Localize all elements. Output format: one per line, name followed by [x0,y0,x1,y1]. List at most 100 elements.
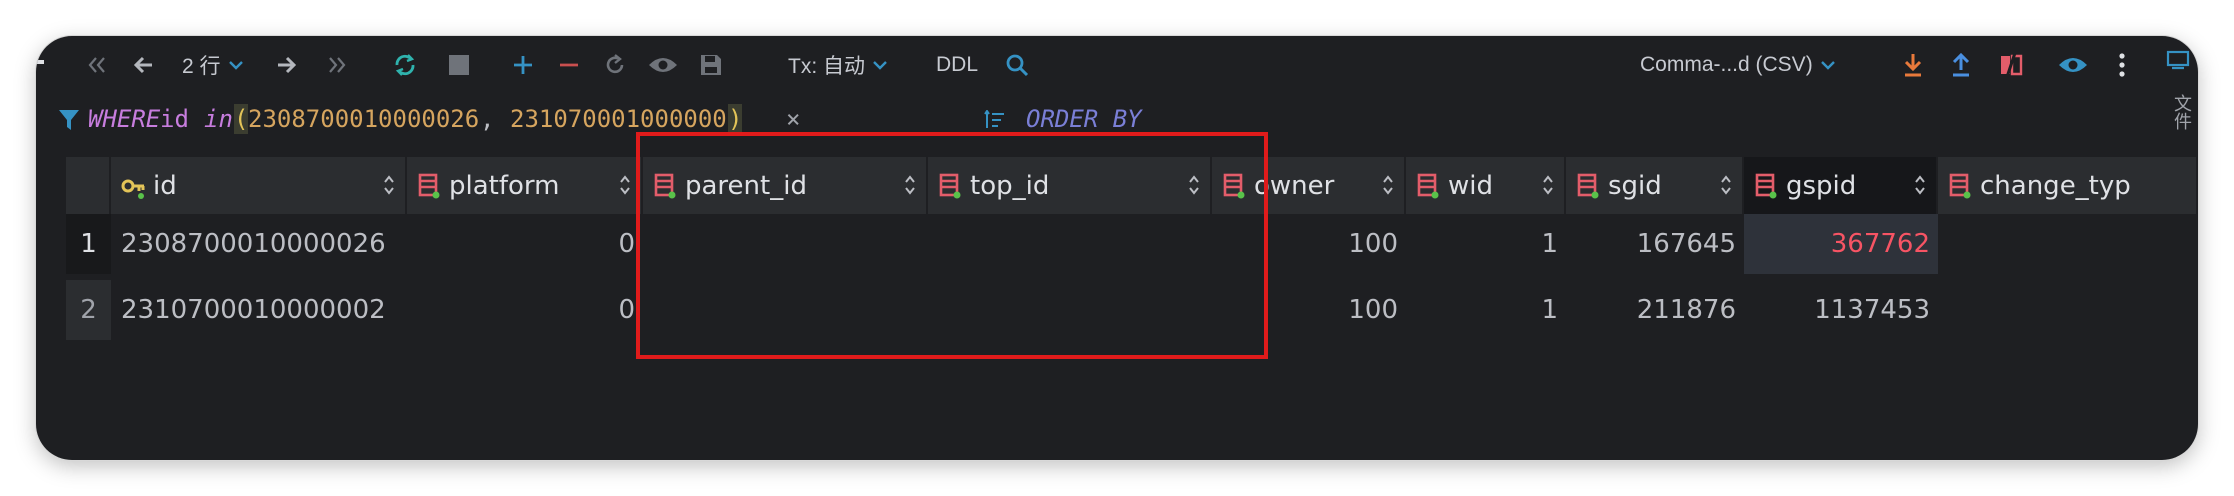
filter-comma: , [480,105,495,133]
column-name: owner [1254,170,1335,201]
last-page-icon[interactable] [322,48,352,82]
view-icon[interactable] [2056,48,2090,82]
cell-id[interactable]: 2310700010000002 [113,280,407,340]
chevron-down-icon [1820,61,1835,70]
ddl-button[interactable]: DDL [936,48,986,82]
first-page-icon[interactable] [82,48,112,82]
delete-row-icon[interactable] [554,48,584,82]
column-icon [1223,173,1245,198]
column-name: change_typ [1980,170,2131,201]
row-number[interactable]: 2 [66,280,111,340]
filter-column: id [160,105,189,133]
toolbar: 2 行 Tx: 自动 DDL Comma-...d (CSV) [36,36,2198,94]
cell-parent-id[interactable] [643,280,928,340]
cell-wid[interactable]: 1 [1406,280,1566,340]
where-keyword: WHERE [88,105,161,133]
cell-id[interactable]: 2308700010000026 [113,214,407,274]
column-icon [939,173,961,198]
filter-value-1: 2308700010000026 [248,105,480,133]
sort-toggle-icon[interactable] [1188,174,1200,196]
cell-platform[interactable]: 0 [407,214,643,274]
search-icon[interactable] [1002,48,1032,82]
column-name: top_id [970,170,1050,201]
column-name: parent_id [685,170,807,201]
result-grid: id platform parent_id top_id owner wid s… [66,157,2196,460]
sort-toggle-icon[interactable] [1720,174,1732,196]
row-number[interactable]: 1 [66,214,111,274]
sort-toggle-icon[interactable] [1914,174,1926,196]
sort-toggle-icon[interactable] [904,174,916,196]
tx-mode-dropdown[interactable]: Tx: 自动 [788,48,898,82]
clear-filter-button[interactable]: × [786,104,800,134]
cell-gspid-selected[interactable]: 367762 [1744,214,1938,274]
compare-icon[interactable] [1996,48,2026,82]
column-header-sgid[interactable]: sgid [1566,157,1744,214]
column-icon [418,173,440,198]
column-header-top-id[interactable]: top_id [928,157,1212,214]
revert-icon[interactable] [600,48,630,82]
open-paren: ( [234,104,249,134]
grid-header: id platform parent_id top_id owner wid s… [66,157,2196,214]
order-by-keyword[interactable]: ORDER BY [1026,104,1142,134]
column-header-owner[interactable]: owner [1212,157,1406,214]
cell-parent-id[interactable] [643,214,928,274]
column-icon [1417,173,1439,198]
add-row-icon[interactable] [508,48,538,82]
download-icon[interactable] [1898,48,1928,82]
header-corner [66,157,111,214]
sort-toggle-icon[interactable] [619,174,631,196]
data-editor-window: 2 行 Tx: 自动 DDL Comma-...d (CSV) 文件 WHERE… [36,36,2198,460]
sort-icon [984,110,1004,128]
close-paren: ) [728,104,743,134]
row-gutter: 1 2 [66,214,111,460]
cell-sgid[interactable]: 211876 [1566,280,1744,340]
column-header-wid[interactable]: wid [1406,157,1566,214]
next-page-icon[interactable] [272,48,302,82]
column-header-parent-id[interactable]: parent_id [643,157,928,214]
export-format-label: Comma-...d (CSV) [1640,53,1813,76]
cell-owner[interactable]: 100 [1212,214,1406,274]
chevron-down-icon [228,61,243,70]
cell-gspid[interactable]: 1137453 [1744,280,1938,340]
column-name: platform [449,170,560,201]
sort-toggle-icon[interactable] [1542,174,1554,196]
column-header-platform[interactable]: platform [407,157,643,214]
cell-change-typ[interactable] [1938,214,2196,274]
column-name: gspid [1786,170,1857,201]
rows-dropdown[interactable]: 2 行 [182,48,258,82]
stop-icon[interactable] [444,48,474,82]
column-icon [1755,173,1777,198]
primary-key-icon [121,179,145,199]
sort-toggle-icon[interactable] [383,174,395,196]
column-name: wid [1448,170,1493,201]
column-icon [654,173,676,198]
preview-icon[interactable] [646,48,680,82]
filter-icon [59,110,79,130]
filter-bar[interactable]: WHERE id in ( 2308700010000026 , 2310700… [36,94,2198,144]
cell-sgid[interactable]: 167645 [1566,214,1744,274]
cell-top-id[interactable] [928,214,1212,274]
cell-change-typ[interactable] [1938,280,2196,340]
column-header-gspid[interactable]: gspid [1744,157,1938,214]
column-name: sgid [1608,170,1662,201]
export-format-dropdown[interactable]: Comma-...d (CSV) [1640,48,1860,82]
save-icon[interactable] [696,48,726,82]
cell-owner[interactable]: 100 [1212,280,1406,340]
cell-top-id[interactable] [928,280,1212,340]
reload-icon[interactable] [388,48,422,82]
column-header-id[interactable]: id [111,157,407,214]
column-header-change-typ[interactable]: change_typ [1938,157,2196,214]
tx-label: Tx: 自动 [788,55,865,78]
cell-wid[interactable]: 1 [1406,214,1566,274]
column-icon [1577,173,1599,198]
filter-value-2: 2310700010000002 [510,105,742,133]
prev-page-icon[interactable] [128,48,158,82]
ddl-label: DDL [936,53,979,76]
more-icon[interactable] [2112,48,2132,82]
in-keyword: in [204,105,233,133]
upload-icon[interactable] [1946,48,1976,82]
cell-platform[interactable]: 0 [407,280,643,340]
column-name: id [153,170,177,201]
sort-toggle-icon[interactable] [1382,174,1394,196]
rows-label: 2 行 [182,55,221,78]
